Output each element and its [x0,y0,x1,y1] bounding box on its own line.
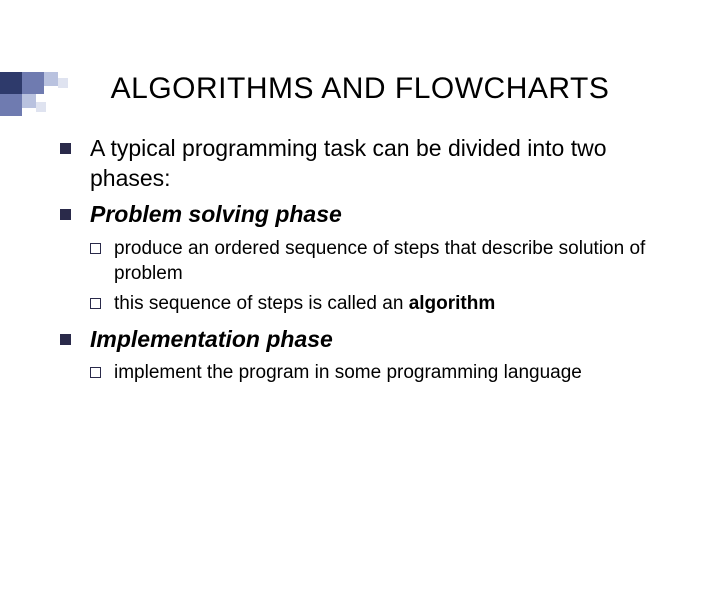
bullet-text: Implementation phase [90,326,333,352]
sub-bullet-text: implement the program in some programmin… [114,362,582,383]
bullet-text: A typical programming task can be divide… [90,135,607,191]
slide-content: A typical programming task can be divide… [60,134,680,386]
sub-bullet-emph: algorithm [409,293,496,314]
sub-bullet: this sequence of steps is called an algo… [90,291,680,317]
sub-bullet: produce an ordered sequence of steps tha… [90,236,680,287]
bullet-intro: A typical programming task can be divide… [60,134,680,194]
bullet-problem-solving: Problem solving phase produce an ordered… [60,200,680,317]
corner-decoration [0,72,100,122]
slide-title: ALGORITHMS AND FLOWCHARTS [0,72,720,106]
bullet-text: Problem solving phase [90,201,342,227]
bullet-implementation: Implementation phase implement the progr… [60,325,680,387]
sub-bullet-text: this sequence of steps is called an [114,293,409,314]
sub-bullet: implement the program in some programmin… [90,360,680,386]
sub-bullet-text: produce an ordered sequence of steps tha… [114,238,645,285]
